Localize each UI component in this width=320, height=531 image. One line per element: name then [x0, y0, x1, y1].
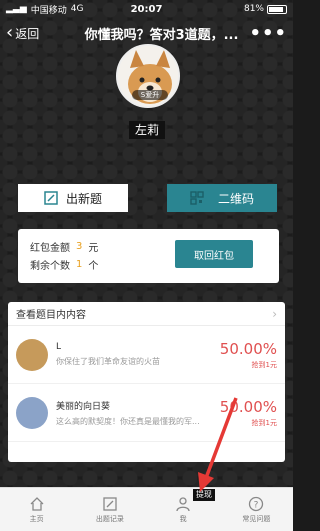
withdraw-red-packet-button[interactable]: 取回红包 [175, 240, 253, 268]
battery-icon [267, 4, 287, 14]
back-label: 返回 [15, 26, 40, 41]
edit-icon [103, 496, 117, 511]
chevron-left-icon: ‹ [6, 22, 14, 43]
list-item[interactable]: L 你保住了我们革命友谊的火苗 50.00% 抢到1元 [8, 326, 285, 384]
tab-home[interactable]: 主页 [0, 488, 73, 531]
new-question-button[interactable]: 出新题 [18, 184, 128, 212]
home-icon [30, 496, 44, 511]
chevron-right-icon: › [272, 306, 277, 321]
answerer-name: 美丽的向日葵 [56, 401, 111, 412]
qr-code-icon [190, 191, 204, 205]
count-unit: 个 [88, 260, 99, 272]
tab-label: 常见问题 [242, 514, 271, 523]
count-value: 1 [76, 258, 83, 270]
svg-text:?: ? [254, 500, 259, 510]
avatar-tag: S爱升 [132, 90, 168, 100]
page-title: 你懂我吗？答对3道题，... [84, 27, 239, 43]
tab-label: 我 [179, 514, 187, 523]
tab-bar: 主页 出题记录 我 ? 常见问题 [0, 487, 293, 531]
person-icon [176, 496, 190, 511]
tab-label: 出题记录 [95, 514, 124, 523]
back-button[interactable]: ‹ 返回 [6, 24, 39, 42]
prize-text: 抢到1元 [251, 360, 277, 369]
status-bar: ▂▃▅ 中国移动 4G 20:07 81% [0, 0, 293, 18]
prize-text: 抢到1元 [251, 418, 277, 427]
qr-code-button[interactable]: 二维码 [167, 184, 277, 212]
view-questions-label: 查看题目内内容 [16, 310, 86, 321]
match-percent: 50.00% [219, 397, 277, 416]
count-label: 剩余个数 [30, 260, 70, 272]
amount-label: 红包金额 [30, 242, 70, 254]
tab-faq[interactable]: ? 常见问题 [220, 488, 293, 531]
clock: 20:07 [130, 3, 163, 15]
avatar [16, 338, 48, 371]
match-percent: 50.00% [219, 339, 277, 358]
view-questions-link[interactable]: 查看题目内内容 › [8, 302, 285, 326]
red-packet-card: 红包金额 3 元 剩余个数 1 个 取回红包 [18, 229, 279, 283]
tab-label: 主页 [29, 514, 44, 523]
username: 左莉 [129, 121, 166, 139]
new-question-label: 出新题 [65, 191, 102, 206]
qr-code-label: 二维码 [217, 191, 254, 206]
answers-card: 查看题目内内容 › L 你保住了我们革命友谊的火苗 50.00% 抢到1元 美丽… [8, 302, 285, 462]
avatar: S爱升 [116, 44, 180, 108]
list-item[interactable]: 美丽的向日葵 这么高的默契度！你还真是最懂我的军... 50.00% 抢到1元 [8, 384, 285, 442]
avatar [16, 396, 48, 429]
amount-value: 3 [76, 240, 83, 252]
tab-records[interactable]: 出题记录 [73, 488, 146, 531]
answerer-message: 这么高的默契度！你还真是最懂我的军... [56, 416, 200, 426]
edit-icon [44, 191, 58, 205]
amount-unit: 元 [88, 242, 99, 254]
answerer-name: L [56, 342, 62, 352]
question-icon: ? [249, 496, 264, 511]
withdraw-tooltip: 提现 [193, 489, 215, 501]
answerer-message: 你保住了我们革命友谊的火苗 [56, 357, 160, 366]
